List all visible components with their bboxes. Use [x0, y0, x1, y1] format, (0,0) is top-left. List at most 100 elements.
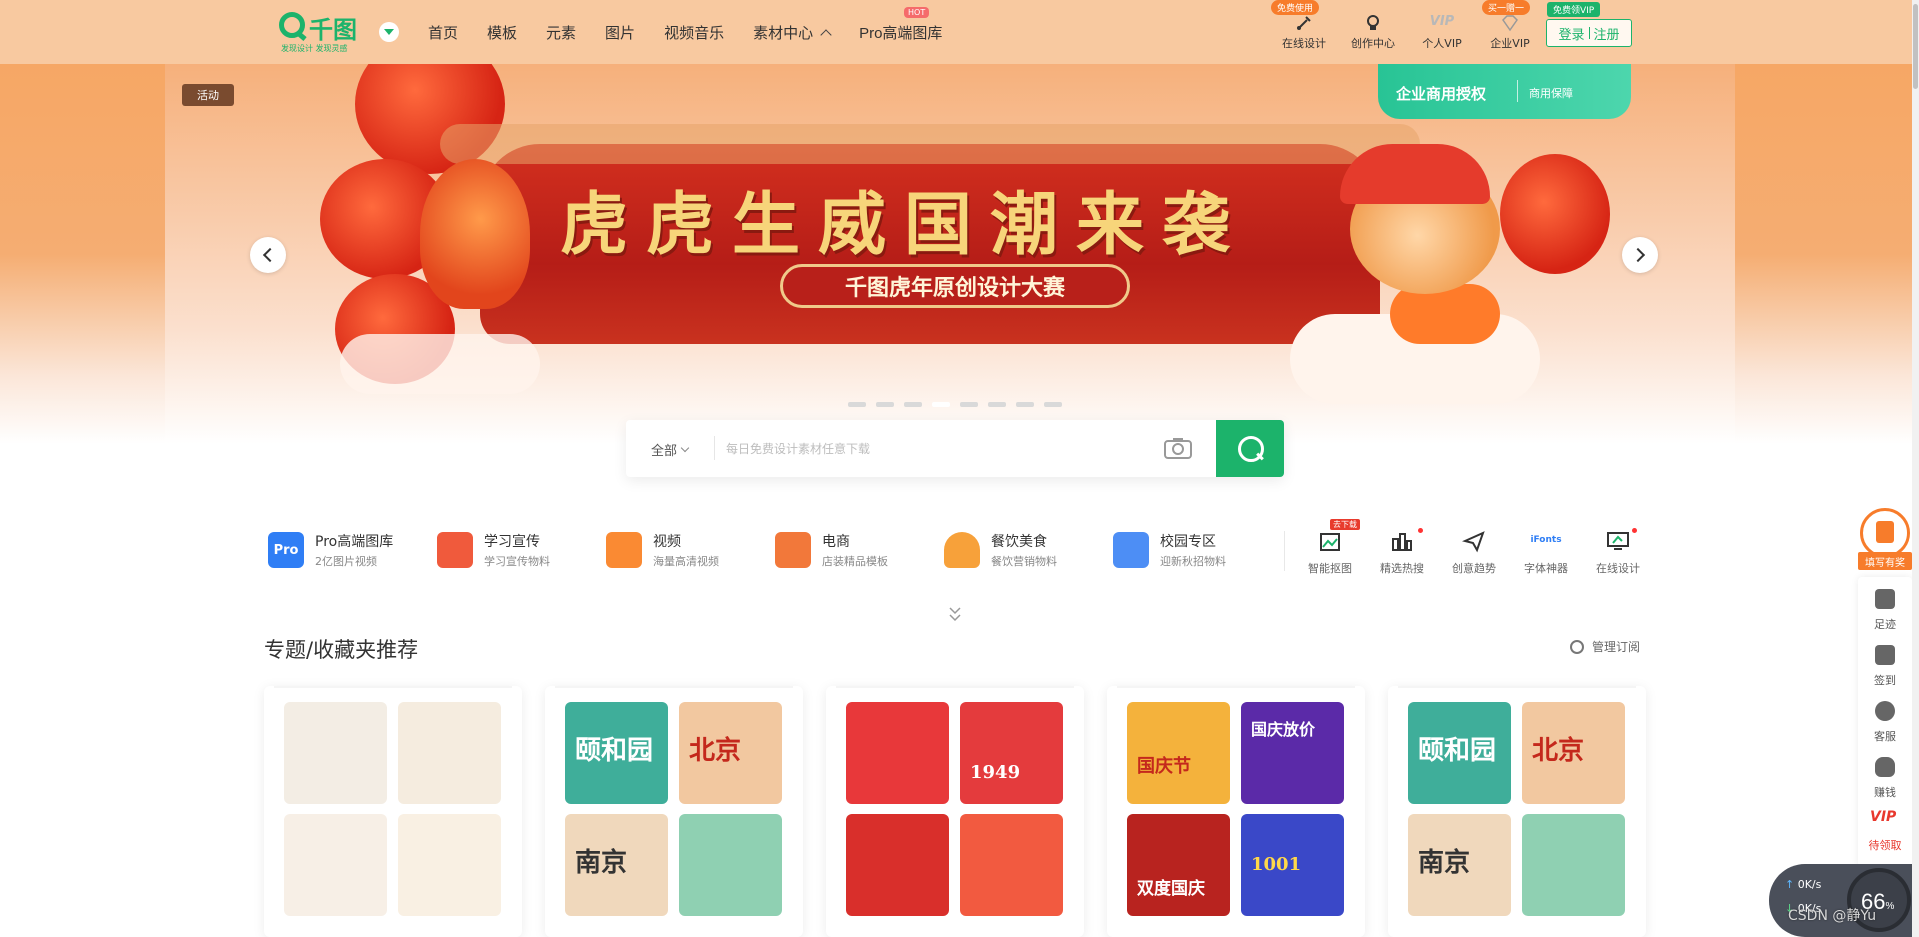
card-thumbnail: 国庆放价 — [1241, 702, 1344, 804]
search-divider — [714, 436, 715, 460]
tool-hot-search[interactable]: 精选热搜 — [1370, 527, 1434, 577]
category-subtitle: 海量高清视频 — [653, 555, 719, 568]
topic-card[interactable] — [264, 686, 522, 937]
category-pro-library[interactable]: Pro Pro高端图库 2亿图片视频 — [268, 528, 428, 574]
thumbnail-text: 1949 — [970, 762, 1021, 783]
category-food[interactable]: 餐饮美食 餐饮营销物料 — [944, 528, 1104, 574]
footprint-icon — [1875, 589, 1895, 609]
topic-card[interactable]: 颐和园 北京 南京 — [545, 686, 803, 937]
sidebar-checkin[interactable]: 签到 — [1858, 633, 1912, 693]
enterprise-vip-label: 企业VIP — [1490, 37, 1530, 50]
banner-dot[interactable] — [1016, 402, 1034, 407]
banner-pagination — [848, 402, 1062, 407]
category-subtitle: 2亿图片视频 — [315, 555, 377, 568]
tool-creative-trends[interactable]: 创意趋势 — [1442, 527, 1506, 577]
school-icon — [1113, 532, 1149, 568]
card-thumbnail: 1001 — [1241, 814, 1344, 916]
scrollbar-thumb[interactable] — [1913, 4, 1918, 89]
tool-label: 在线设计 — [1596, 562, 1640, 575]
expand-more-icon[interactable] — [948, 606, 962, 622]
upload-speed-value: 0 — [1797, 878, 1805, 891]
thumbnail-text: 颐和园 — [1418, 736, 1497, 766]
nav-pro-library[interactable]: Pro高端图库 — [859, 22, 942, 43]
tool-label: 智能抠图 — [1308, 562, 1352, 575]
category-subtitle: 学习宣传物料 — [484, 555, 550, 568]
sidebar-vip-claim[interactable]: VIP 待领取 — [1858, 801, 1912, 861]
card-thumbnail — [398, 702, 501, 804]
tool-online-design[interactable]: 在线设计 — [1586, 527, 1650, 577]
tool-smart-cutout[interactable]: 智能抠图 — [1298, 527, 1362, 577]
card-thumbnail: 北京 — [679, 702, 782, 804]
thumbnail-text: 北京 — [1532, 736, 1585, 766]
personal-vip-link[interactable]: VIP 个人VIP — [1414, 0, 1470, 64]
login-link[interactable]: 登录 — [1558, 24, 1584, 43]
nav-elements[interactable]: 元素 — [546, 22, 576, 43]
commercial-guarantee-label: 商用保障 — [1529, 87, 1573, 100]
camera-icon[interactable] — [1163, 436, 1193, 460]
login-register-button[interactable]: 登录 注册 — [1546, 19, 1632, 47]
tiger-body — [1390, 284, 1500, 344]
food-icon — [944, 532, 980, 568]
enterprise-license-label: 企业商用授权 — [1396, 85, 1487, 103]
banner-dot[interactable] — [960, 402, 978, 407]
nav-templates[interactable]: 模板 — [487, 22, 517, 43]
nav-images[interactable]: 图片 — [605, 22, 635, 43]
manage-subscription-link[interactable]: 管理订阅 — [1570, 638, 1640, 655]
chevron-down-icon — [680, 443, 690, 453]
topic-card[interactable]: 颐和园 北京 南京 — [1388, 686, 1646, 937]
page-scrollbar[interactable] — [1912, 0, 1919, 937]
monitor-icon — [1607, 532, 1629, 550]
card-thumbnail: 颐和园 — [1408, 702, 1511, 804]
thumbnail-text: 颐和园 — [575, 736, 654, 766]
category-study-promo[interactable]: 学习宣传 学习宣传物料 — [437, 528, 597, 574]
upload-speed: ↑ 0K/s — [1785, 878, 1822, 891]
sidebar-customer-service[interactable]: 客服 — [1858, 689, 1912, 749]
sidebar-footprint[interactable]: 足迹 — [1858, 577, 1912, 637]
logo[interactable]: 千图 发现设计 发现灵感 — [279, 12, 371, 54]
survey-reward-button[interactable]: 填写有奖 — [1858, 508, 1912, 570]
banner-next-button[interactable] — [1622, 237, 1658, 273]
nav-material-center[interactable]: 素材中心 — [753, 22, 832, 43]
vip-icon: VIP — [1870, 809, 1897, 825]
card-thumbnail: 北京 — [1522, 702, 1625, 804]
chevron-up-icon — [820, 29, 832, 41]
category-ecommerce[interactable]: 电商 店装精品模板 — [775, 528, 935, 574]
card-thumbnail: 南京 — [565, 814, 668, 916]
logo-dropdown-icon[interactable] — [379, 22, 399, 42]
search-scope-dropdown[interactable]: 全部 — [651, 440, 690, 459]
nav-home[interactable]: 首页 — [428, 22, 458, 43]
card-thumbnail: 1949 — [960, 702, 1063, 804]
banner-dot[interactable] — [904, 402, 922, 407]
clipboard-icon — [1860, 508, 1910, 558]
new-dot — [1418, 528, 1423, 533]
topic-card[interactable]: 1949 — [826, 686, 1084, 937]
sidebar-earn-money[interactable]: 赚钱 — [1858, 745, 1912, 805]
section-title: 专题/收藏夹推荐 — [264, 638, 419, 662]
enterprise-license-banner[interactable]: 企业商用授权 商用保障 — [1378, 64, 1631, 119]
banner-dot[interactable] — [876, 402, 894, 407]
topic-card[interactable]: 国庆节 国庆放价 双度国庆 1001 — [1107, 686, 1365, 937]
banner-dot-active[interactable] — [932, 402, 950, 407]
survey-reward-label: 填写有奖 — [1858, 552, 1912, 570]
category-campus[interactable]: 校园专区 迎新秋招物料 — [1113, 528, 1273, 574]
nav-video-music[interactable]: 视频音乐 — [664, 22, 724, 43]
tool-font-finder[interactable]: iFonts 字体神器 — [1514, 527, 1578, 577]
thumbnail-text: 北京 — [689, 736, 742, 766]
card-thumbnail — [679, 814, 782, 916]
search-scope-label: 全部 — [651, 444, 678, 459]
banner-dot[interactable] — [988, 402, 1006, 407]
register-link[interactable]: 注册 — [1594, 24, 1620, 43]
category-title: Pro高端图库 — [315, 534, 394, 550]
card-thumbnail: 国庆节 — [1127, 702, 1230, 804]
banner-prev-button[interactable] — [250, 237, 286, 273]
sidebar-label: 客服 — [1874, 730, 1896, 743]
banner-dot[interactable] — [848, 402, 866, 407]
online-design-label: 在线设计 — [1282, 37, 1326, 50]
upload-speed-unit: K/s — [1804, 878, 1822, 891]
category-video[interactable]: 视频 海量高清视频 — [606, 528, 766, 574]
search-button[interactable] — [1216, 420, 1284, 477]
category-subtitle: 餐饮营销物料 — [991, 555, 1057, 568]
creation-center-link[interactable]: 创作中心 — [1345, 0, 1401, 64]
banner-dot[interactable] — [1044, 402, 1062, 407]
free-use-badge: 免费使用 — [1271, 0, 1320, 15]
